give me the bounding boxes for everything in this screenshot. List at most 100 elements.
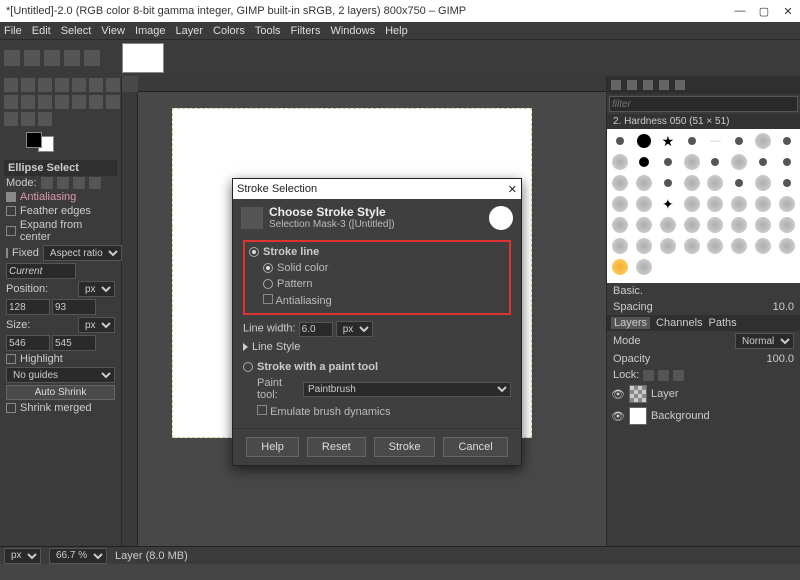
mode-icon[interactable]	[89, 177, 101, 189]
guides-select[interactable]: No guides	[6, 367, 115, 383]
size-h-input[interactable]	[52, 335, 96, 351]
brush-item[interactable]	[609, 236, 632, 256]
size-w-input[interactable]	[6, 335, 50, 351]
mode-icon[interactable]	[57, 177, 69, 189]
menu-colors[interactable]: Colors	[213, 25, 245, 37]
brush-item[interactable]	[752, 215, 775, 235]
tool-button[interactable]	[106, 95, 120, 109]
line-width-unit-select[interactable]: px	[336, 321, 373, 337]
stroke-button[interactable]: Stroke	[374, 437, 436, 457]
mode-icon[interactable]	[73, 177, 85, 189]
fg-color[interactable]	[26, 132, 42, 148]
pattern-radio[interactable]	[263, 279, 273, 289]
tool-button[interactable]	[38, 78, 52, 92]
maximize-icon[interactable]: ▢	[758, 5, 770, 18]
lock-icon[interactable]	[673, 370, 684, 381]
stroke-paint-radio[interactable]	[243, 362, 253, 372]
tool-button[interactable]	[72, 78, 86, 92]
brush-item[interactable]: —	[704, 131, 727, 151]
brush-item[interactable]	[728, 236, 751, 256]
brush-item[interactable]	[728, 215, 751, 235]
tab-layers[interactable]: Layers	[611, 317, 650, 329]
brush-item[interactable]	[633, 173, 656, 193]
brush-item[interactable]: ✦	[657, 194, 680, 214]
antialias-checkbox[interactable]	[263, 294, 273, 304]
tool-icon[interactable]	[4, 50, 20, 66]
brush-item[interactable]: ★	[657, 131, 680, 151]
blend-mode-select[interactable]: Normal	[735, 333, 794, 349]
brush-item[interactable]	[728, 152, 751, 172]
close-icon[interactable]: ✕	[782, 5, 794, 18]
brush-item[interactable]	[680, 131, 703, 151]
brush-item[interactable]	[775, 236, 798, 256]
pos-x-input[interactable]	[6, 299, 50, 315]
reset-button[interactable]: Reset	[307, 437, 366, 457]
emulate-checkbox[interactable]	[257, 405, 267, 415]
brush-item[interactable]	[752, 194, 775, 214]
brush-item[interactable]	[775, 173, 798, 193]
auto-shrink-button[interactable]: Auto Shrink	[6, 385, 115, 400]
cancel-button[interactable]: Cancel	[443, 437, 507, 457]
layer-row[interactable]: 👁 Background	[607, 405, 800, 427]
brush-item[interactable]	[609, 194, 632, 214]
tool-icon[interactable]	[24, 50, 40, 66]
brush-item[interactable]	[657, 173, 680, 193]
brush-item[interactable]	[775, 194, 798, 214]
brush-item[interactable]	[704, 194, 727, 214]
tool-button[interactable]	[55, 95, 69, 109]
tool-button[interactable]	[21, 78, 35, 92]
brush-item[interactable]	[752, 173, 775, 193]
highlight-checkbox[interactable]	[6, 354, 16, 364]
tool-button[interactable]	[4, 78, 18, 92]
shrink-merged-checkbox[interactable]	[6, 403, 16, 413]
brush-item[interactable]	[752, 131, 775, 151]
tool-button[interactable]	[21, 95, 35, 109]
dialog-close-icon[interactable]: ✕	[508, 183, 517, 196]
tool-button[interactable]	[4, 112, 18, 126]
color-swatch[interactable]	[26, 132, 54, 152]
size-unit-select[interactable]: px	[78, 317, 115, 333]
brush-item[interactable]	[657, 152, 680, 172]
brush-item[interactable]	[633, 215, 656, 235]
mode-icon[interactable]	[41, 177, 53, 189]
brush-item[interactable]	[633, 131, 656, 151]
menu-tools[interactable]: Tools	[255, 25, 281, 37]
brush-item[interactable]	[609, 131, 632, 151]
menu-file[interactable]: File	[4, 25, 22, 37]
brush-item[interactable]	[728, 173, 751, 193]
tool-button[interactable]	[106, 78, 120, 92]
tool-button[interactable]	[21, 112, 35, 126]
pos-unit-select[interactable]: px	[78, 281, 115, 297]
tab-icon[interactable]	[659, 80, 669, 90]
tool-button[interactable]	[38, 95, 52, 109]
brush-item[interactable]	[680, 215, 703, 235]
brush-item[interactable]	[680, 194, 703, 214]
tool-button[interactable]	[55, 78, 69, 92]
brush-item[interactable]	[775, 215, 798, 235]
solid-color-radio[interactable]	[263, 263, 273, 273]
brush-item[interactable]	[633, 236, 656, 256]
brush-item[interactable]	[657, 215, 680, 235]
tool-button[interactable]	[89, 78, 103, 92]
current-field[interactable]	[6, 263, 76, 279]
feather-checkbox[interactable]	[6, 206, 16, 216]
brush-item[interactable]	[728, 131, 751, 151]
unit-select[interactable]: px	[4, 548, 41, 564]
layer-row[interactable]: 👁 Layer	[607, 383, 800, 405]
menu-select[interactable]: Select	[61, 25, 92, 37]
tool-icon[interactable]	[44, 50, 60, 66]
brush-item[interactable]	[609, 215, 632, 235]
dialog-titlebar[interactable]: Stroke Selection ✕	[233, 179, 521, 199]
brush-item[interactable]	[609, 173, 632, 193]
line-width-input[interactable]	[299, 322, 333, 337]
menu-filters[interactable]: Filters	[291, 25, 321, 37]
brush-item[interactable]	[657, 236, 680, 256]
brush-item[interactable]	[609, 152, 632, 172]
brush-item[interactable]	[704, 215, 727, 235]
tool-button[interactable]	[38, 112, 52, 126]
brush-item[interactable]	[728, 194, 751, 214]
brush-item[interactable]	[633, 152, 656, 172]
brush-item[interactable]	[633, 194, 656, 214]
pos-y-input[interactable]	[52, 299, 96, 315]
brush-item[interactable]	[680, 173, 703, 193]
